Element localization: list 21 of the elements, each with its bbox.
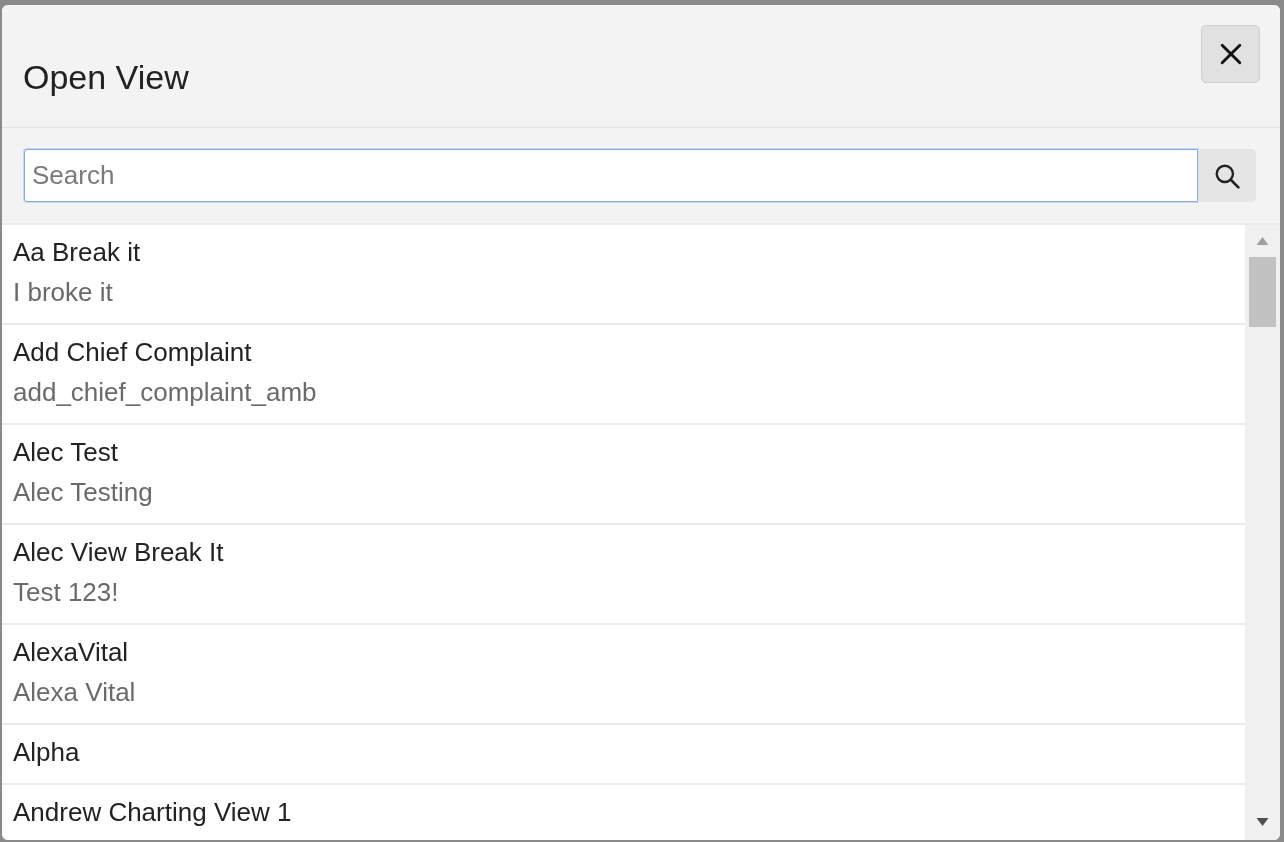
- scroll-down-arrow-icon[interactable]: [1256, 818, 1269, 826]
- item-title: Aa Break it: [13, 236, 142, 269]
- item-title: Andrew Charting View 1: [13, 796, 293, 829]
- scrollbar[interactable]: [1245, 225, 1280, 840]
- item-subtitle: add_chief_complaint_amb: [13, 376, 318, 409]
- item-subtitle: Alec Testing: [13, 476, 154, 509]
- search-button[interactable]: [1198, 149, 1256, 202]
- scrollbar-thumb[interactable]: [1249, 257, 1276, 327]
- close-icon: [1219, 43, 1242, 65]
- item-title: Alec Test: [13, 436, 119, 469]
- item-title: Alpha: [13, 736, 81, 769]
- search-field[interactable]: Search: [24, 149, 1198, 202]
- item-title: Add Chief Complaint: [13, 336, 253, 369]
- item-subtitle: I broke it: [13, 276, 114, 309]
- item-subtitle: Test 123!: [13, 576, 120, 609]
- close-button[interactable]: [1201, 25, 1260, 83]
- search-icon: [1214, 162, 1240, 189]
- item-title: Alec View Break It: [13, 536, 225, 569]
- item-subtitle: Alexa Vital: [13, 676, 137, 709]
- dialog-title: Open View: [23, 57, 189, 97]
- item-title: AlexaVital: [13, 636, 130, 669]
